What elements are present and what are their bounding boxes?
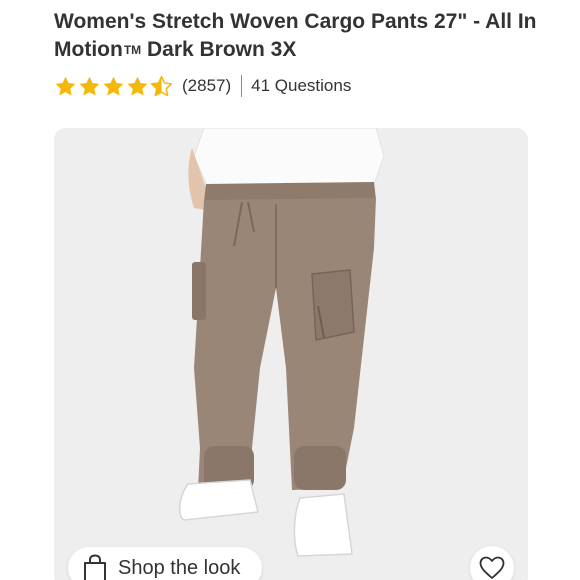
star-icon — [79, 76, 100, 96]
star-icon — [55, 76, 76, 96]
product-photo — [54, 128, 528, 580]
star-rating — [54, 75, 173, 98]
trademark-symbol: TM — [123, 43, 142, 57]
shop-the-look-label: Shop the look — [118, 556, 241, 579]
heart-icon — [479, 556, 505, 579]
shopping-bag-icon — [84, 554, 106, 580]
star-icon — [127, 76, 148, 96]
questions-link[interactable]: 41 Questions — [251, 76, 351, 96]
rating-divider — [241, 75, 243, 97]
review-count[interactable]: (2857) — [182, 76, 231, 96]
star-icon — [103, 76, 124, 96]
shop-the-look-button[interactable]: Shop the look — [68, 547, 262, 580]
half-star-icon — [150, 75, 173, 96]
rating-row[interactable]: (2857) 41 Questions — [54, 73, 351, 99]
product-title-tail: Dark Brown 3X — [141, 38, 297, 61]
product-title: Women's Stretch Woven Cargo Pants 27" - … — [54, 8, 554, 64]
product-image[interactable] — [54, 128, 528, 580]
